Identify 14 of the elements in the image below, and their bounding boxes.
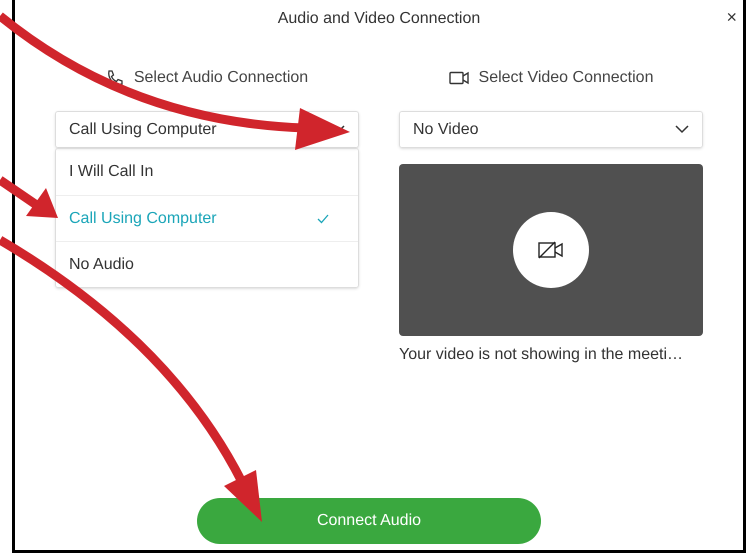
section-heading: Select Audio Connection [134, 68, 308, 88]
chevron-down-icon [675, 125, 689, 134]
checkmark-icon [317, 214, 329, 224]
video-off-icon [538, 241, 564, 259]
menu-item[interactable]: No Audio [56, 241, 358, 287]
section-heading: Select Video Connection [478, 68, 654, 88]
video-camera-icon [448, 71, 469, 85]
window-title: Audio and Video Connection [278, 9, 480, 29]
phone-icon [106, 69, 124, 87]
menu-item[interactable]: I Will Call In [56, 149, 358, 195]
annotation-arrow [0, 176, 58, 218]
close-button[interactable]: × [726, 8, 737, 26]
video-caption: Your video is not showing in the meeti… [399, 345, 684, 365]
video-dropdown[interactable]: No Video [399, 111, 703, 148]
